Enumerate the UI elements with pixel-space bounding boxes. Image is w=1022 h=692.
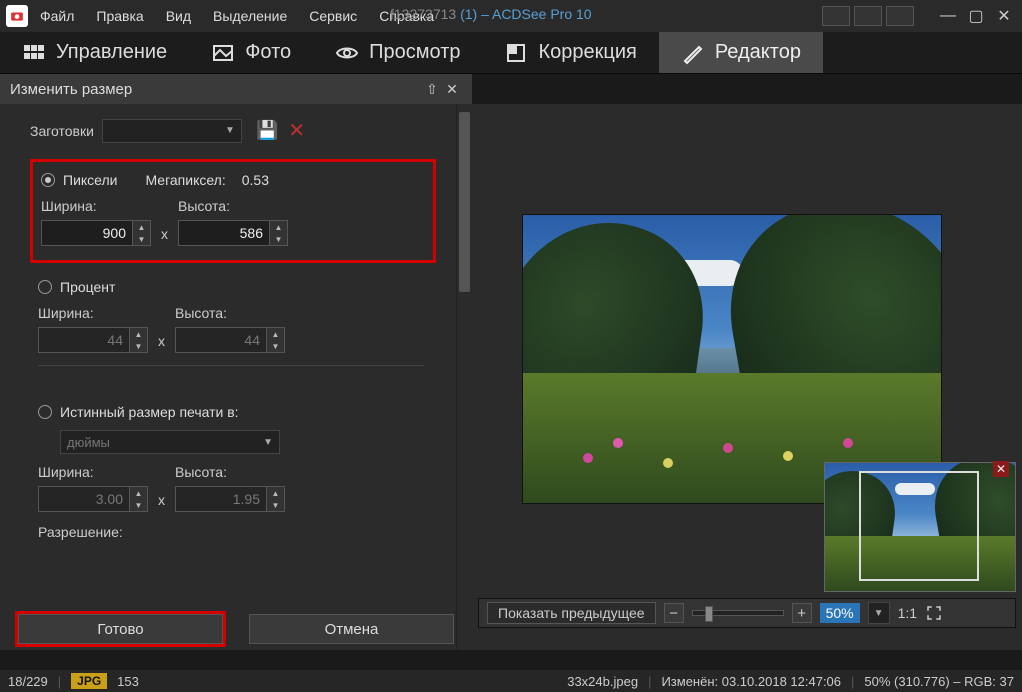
menu-edit[interactable]: Правка — [96, 8, 143, 24]
width-pixels-spinner[interactable]: ▲▼ — [41, 220, 151, 246]
print-unit-dropdown[interactable]: дюймы ▼ — [60, 430, 280, 454]
radio-print[interactable] — [38, 405, 52, 419]
format-badge: JPG — [71, 673, 107, 689]
close-button[interactable]: ✕ — [992, 4, 1016, 28]
height-percent-spinner[interactable]: ▲▼ — [175, 327, 285, 353]
menu-select[interactable]: Выделение — [213, 8, 287, 24]
image-preview[interactable] — [522, 214, 942, 504]
scrollbar-thumb[interactable] — [459, 112, 470, 292]
layout-button-2[interactable] — [854, 6, 882, 26]
radio-pixels[interactable] — [41, 173, 55, 187]
layout-button-1[interactable] — [822, 6, 850, 26]
zoom-out-button[interactable]: − — [664, 603, 684, 623]
eye-icon — [335, 41, 359, 65]
maximize-button[interactable]: ▢ — [964, 4, 988, 28]
width-print-input — [38, 486, 130, 512]
navigator-close-icon[interactable]: ✕ — [993, 461, 1009, 477]
navigator-thumbnail[interactable]: ✕ — [824, 462, 1016, 592]
width-pixels-input[interactable] — [41, 220, 133, 246]
height-pixels-input[interactable] — [178, 220, 270, 246]
tab-manage[interactable]: Управление — [0, 32, 189, 73]
percent-section: Процент Ширина: ▲▼ x Высота: — [30, 269, 436, 388]
brush-icon — [681, 41, 705, 65]
sliders-icon — [504, 41, 528, 65]
panel-close-icon[interactable]: ✕ — [442, 81, 462, 98]
height-pixels-spinner[interactable]: ▲▼ — [178, 220, 288, 246]
radio-percent[interactable] — [38, 280, 52, 294]
spin-down-icon[interactable]: ▼ — [133, 233, 150, 245]
zoom-slider[interactable] — [692, 610, 784, 616]
resize-panel: Заготовки ▼ 💾 ✕ Пиксели Мегапиксел: 0.53 — [0, 104, 472, 650]
tab-view[interactable]: Просмотр — [313, 32, 482, 73]
panel-scrollbar[interactable] — [456, 104, 472, 650]
status-position: 18/229 — [8, 674, 48, 689]
zoom-toolbar: Показать предыдущее − + 50% ▼ 1:1 — [478, 598, 1016, 628]
tab-develop[interactable]: Коррекция — [482, 32, 658, 73]
done-button[interactable]: Готово — [18, 614, 223, 644]
navigator-viewport[interactable] — [859, 471, 979, 581]
zoom-slider-knob[interactable] — [705, 606, 713, 622]
megapixel-value: 0.53 — [242, 172, 269, 188]
presets-label: Заготовки — [30, 123, 94, 139]
height-print-input — [175, 486, 267, 512]
status-dims: 33x24b.jpeg — [567, 674, 638, 689]
window-title: f13273713 (1) – ACDSee Pro 10 — [390, 6, 592, 22]
height-print-spinner[interactable]: ▲▼ — [175, 486, 285, 512]
fit-screen-icon[interactable] — [925, 604, 943, 622]
resolution-label: Разрешение: — [38, 524, 424, 540]
save-preset-icon[interactable]: 💾 — [256, 120, 278, 141]
cancel-button[interactable]: Отмена — [249, 614, 454, 644]
spin-up-icon[interactable]: ▲ — [133, 221, 150, 233]
menu-tools[interactable]: Сервис — [309, 8, 357, 24]
chevron-down-icon: ▼ — [225, 125, 235, 136]
tab-photo[interactable]: Фото — [189, 32, 313, 73]
minimize-button[interactable]: — — [936, 4, 960, 28]
show-previous-button[interactable]: Показать предыдущее — [487, 602, 656, 624]
delete-preset-icon[interactable]: ✕ — [288, 118, 305, 143]
photo-icon — [211, 41, 235, 65]
app-logo — [6, 5, 28, 27]
pixels-section: Пиксели Мегапиксел: 0.53 Ширина: ▲▼ x — [30, 159, 436, 263]
main-menu: Файл Правка Вид Выделение Сервис Справка — [40, 8, 434, 24]
status-bar: 18/229 | JPG 153 33x24b.jpeg | Изменён: … — [0, 670, 1022, 692]
presets-dropdown[interactable]: ▼ — [102, 119, 242, 143]
zoom-value[interactable]: 50% — [820, 603, 860, 623]
megapixel-label: Мегапиксел: — [145, 172, 225, 188]
menu-view[interactable]: Вид — [166, 8, 191, 24]
height-percent-input — [175, 327, 267, 353]
width-percent-input — [38, 327, 130, 353]
preview-area: ✕ Показать предыдущее − + 50% ▼ 1:1 — [472, 104, 1022, 650]
title-bar: Файл Правка Вид Выделение Сервис Справка… — [0, 0, 1022, 32]
menu-file[interactable]: Файл — [40, 8, 74, 24]
zoom-dropdown[interactable]: ▼ — [868, 602, 890, 624]
status-zoom-info: 50% (310.776) – RGB: 37 — [864, 674, 1014, 689]
zoom-1to1-button[interactable]: 1:1 — [898, 605, 917, 621]
chevron-down-icon: ▼ — [263, 437, 273, 448]
width-print-spinner[interactable]: ▲▼ — [38, 486, 148, 512]
tab-edit[interactable]: Редактор — [659, 32, 823, 73]
width-percent-spinner[interactable]: ▲▼ — [38, 327, 148, 353]
print-section: Истинный размер печати в: дюймы ▼ Ширина… — [30, 394, 436, 554]
panel-title: Изменить размер — [10, 81, 132, 98]
panel-header: Изменить размер ⇧ ✕ — [0, 74, 472, 104]
pin-icon[interactable]: ⇧ — [422, 81, 442, 98]
status-size: 153 — [117, 674, 139, 689]
zoom-in-button[interactable]: + — [792, 603, 812, 623]
grid-icon — [22, 41, 46, 65]
status-modified: Изменён: 03.10.2018 12:47:06 — [661, 674, 841, 689]
layout-button-3[interactable] — [886, 6, 914, 26]
